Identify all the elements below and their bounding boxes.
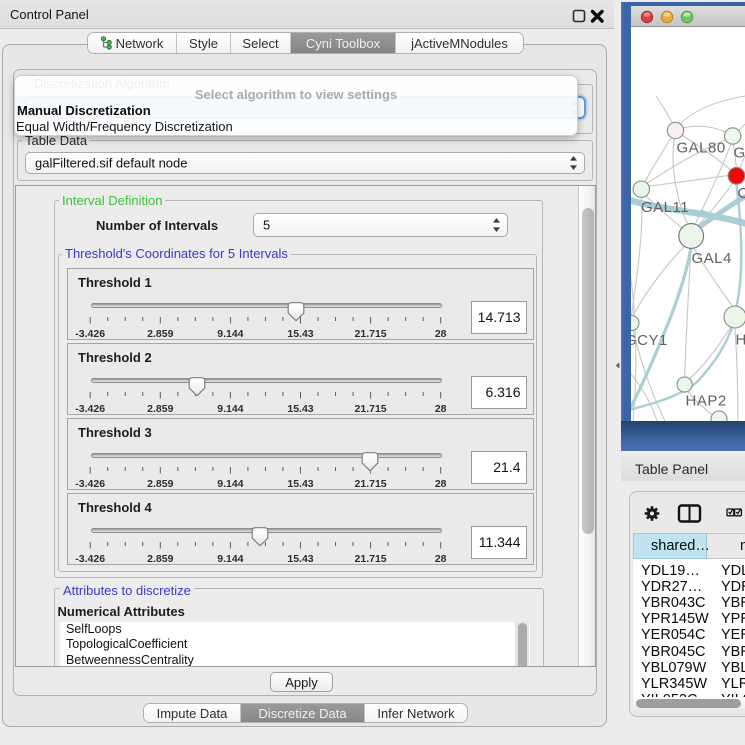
svg-text:G.: G.	[734, 145, 745, 162]
svg-text:GAL4: GAL4	[692, 250, 732, 267]
svg-text:GAL11: GAL11	[641, 199, 689, 216]
svg-text:C: C	[738, 185, 745, 202]
svg-text:HAP2: HAP2	[686, 393, 727, 410]
svg-text:H: H	[736, 332, 745, 349]
svg-text:GCY1: GCY1	[631, 332, 668, 349]
svg-text:GAL80: GAL80	[677, 140, 726, 157]
